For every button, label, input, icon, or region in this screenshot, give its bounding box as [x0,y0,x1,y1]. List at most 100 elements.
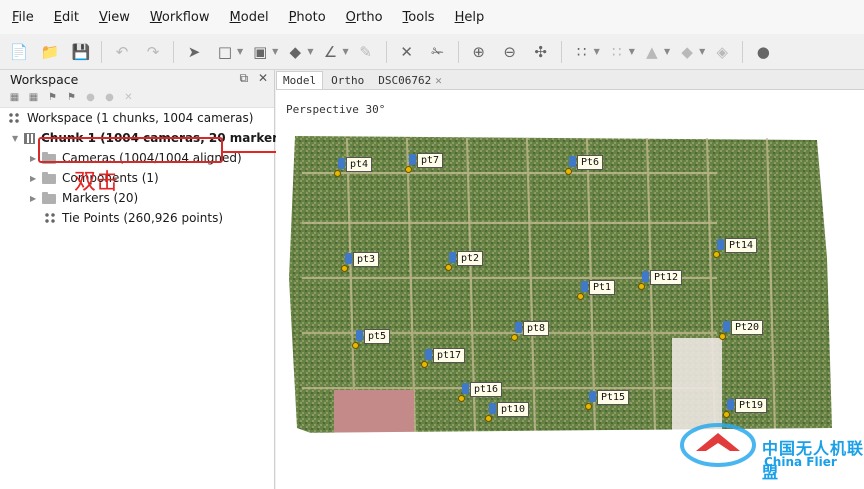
marker-pt15[interactable]: Pt15 [585,390,630,410]
add-chunk-icon[interactable]: ▦ [8,92,21,104]
marker-flag-icon [577,281,588,300]
marker-pt19[interactable]: Pt19 [723,398,768,418]
chevron-down-icon[interactable]: ▼ [12,134,24,143]
model-shaded-icon[interactable]: ▲ [641,41,663,63]
ruler-icon[interactable]: ∠ [319,41,341,63]
menu-tools[interactable]: Tools [403,10,435,25]
menu-workflow[interactable]: Workflow [150,10,210,25]
tree-item-workspace[interactable]: Workspace (1 chunks, 1004 cameras) [8,108,253,128]
marker-label: Pt15 [597,390,630,405]
marker-flag-icon [445,252,456,271]
menu-ortho[interactable]: Ortho [346,10,383,25]
disable-icon[interactable]: ● [103,92,116,104]
resize-region-icon[interactable]: ▣ [249,41,271,63]
draw-polygon-icon[interactable]: ◆ [284,41,306,63]
dense-cloud-icon[interactable]: ∷ [606,41,628,63]
highlight-box [38,137,223,163]
rectangle-selection-icon[interactable]: □ [214,41,236,63]
zoom-in-icon[interactable]: ⊕ [468,41,490,63]
close-icon[interactable]: ✕ [435,74,442,87]
marker-label: pt4 [346,157,373,172]
close-icon[interactable]: ✕ [258,71,268,85]
delete-icon[interactable]: ✕ [396,41,418,63]
chevron-down-icon[interactable]: ▼ [237,47,243,56]
tie-points-icon [44,212,56,224]
marker-label: Pt6 [577,155,604,170]
marker-pt6[interactable]: Pt6 [565,155,604,175]
redo-icon[interactable]: ↷ [142,41,164,63]
marker-pt12[interactable]: Pt12 [638,270,683,290]
marker-pt2[interactable]: pt2 [445,251,484,271]
chevron-down-icon[interactable]: ▼ [342,47,348,56]
marker-flag-icon [458,383,469,402]
workspace-panel: Workspace ⧉ ✕ ▦ ▦ ⚑ ⚑ ● ● ✕ Workspace (1… [0,70,319,489]
toolbar-separator [173,40,174,63]
workspace-title: Workspace [10,71,79,87]
marker-flag-icon [585,391,596,410]
watermark-subtitle: China Flier [764,455,837,469]
globe-icon[interactable]: ● [752,41,774,63]
marker-flag-icon [713,239,724,258]
menu-view[interactable]: View [99,10,130,25]
chevron-down-icon[interactable]: ▼ [629,47,635,56]
marker-pt3[interactable]: pt3 [341,252,380,272]
marker-label: Pt1 [589,280,616,295]
marker-pt4[interactable]: pt4 [334,157,373,177]
tag-icon[interactable]: ◈ [711,41,733,63]
pencil-icon[interactable]: ✎ [355,41,377,63]
chevron-down-icon[interactable]: ▼ [664,47,670,56]
tab-photo[interactable]: DSC06762 ✕ [372,72,448,89]
tab-ortho[interactable]: Ortho [325,72,370,89]
tab-model[interactable]: Model [276,71,324,89]
marker-flag-icon [719,321,730,340]
tree-item-tie-points[interactable]: Tie Points (260,926 points) [44,208,223,228]
chevron-right-icon[interactable]: ▶ [30,194,42,203]
point-cloud-icon[interactable]: ∷ [571,41,593,63]
add-marker-icon[interactable]: ⚑ [65,92,78,104]
save-icon[interactable]: 💾 [70,41,92,63]
chevron-down-icon[interactable]: ▼ [307,47,313,56]
open-folder-icon[interactable]: 📁 [39,41,61,63]
marker-pt5[interactable]: pt5 [352,329,391,349]
toolbar-separator [457,40,459,63]
enable-icon[interactable]: ● [84,92,97,104]
marker-pt10[interactable]: pt10 [485,402,530,422]
toolbar-separator [385,40,387,63]
workspace-icon [8,112,21,124]
marker-pt1[interactable]: Pt1 [577,280,616,300]
crop-icon[interactable]: ✁ [427,41,449,63]
menu-help[interactable]: Help [455,10,485,25]
toolbar-separator [560,40,562,63]
marker-label: Pt19 [735,398,768,413]
add-folder-icon[interactable]: ⚑ [46,92,59,104]
marker-pt8[interactable]: pt8 [511,321,550,341]
menu-edit[interactable]: Edit [54,10,79,25]
move-object-icon[interactable]: ✣ [530,41,552,63]
menu-photo[interactable]: Photo [289,10,326,25]
tiled-model-icon[interactable]: ◆ [676,41,698,63]
navigation-cursor-icon[interactable]: ➤ [183,41,205,63]
zoom-out-icon[interactable]: ⊖ [499,41,521,63]
add-photos-icon[interactable]: ▦ [27,92,40,104]
marker-flag-icon [352,330,363,349]
marker-pt14[interactable]: Pt14 [713,238,758,258]
remove-icon[interactable]: ✕ [122,92,135,104]
marker-flag-icon [421,349,432,368]
marker-pt7[interactable]: pt7 [405,153,444,173]
chevron-down-icon[interactable]: ▼ [272,47,278,56]
chevron-down-icon[interactable]: ▼ [699,47,705,56]
menu-bar: File Edit View Workflow Model Photo Ortho Tools… [0,0,864,34]
chevron-right-icon[interactable]: ▶ [30,174,42,183]
menu-model[interactable]: Model [230,10,269,25]
marker-pt20[interactable]: Pt20 [719,320,764,340]
float-panel-icon[interactable]: ⧉ [240,71,249,85]
marker-pt16[interactable]: pt16 [458,382,503,402]
new-document-icon[interactable]: 📄 [8,41,30,63]
marker-flag-icon [638,271,649,290]
undo-icon[interactable]: ↶ [111,41,133,63]
menu-file[interactable]: File [12,10,34,25]
marker-pt17[interactable]: pt17 [421,348,466,368]
chevron-down-icon[interactable]: ▼ [594,47,600,56]
toolbar-separator [742,40,744,63]
marker-label: pt16 [470,382,503,397]
